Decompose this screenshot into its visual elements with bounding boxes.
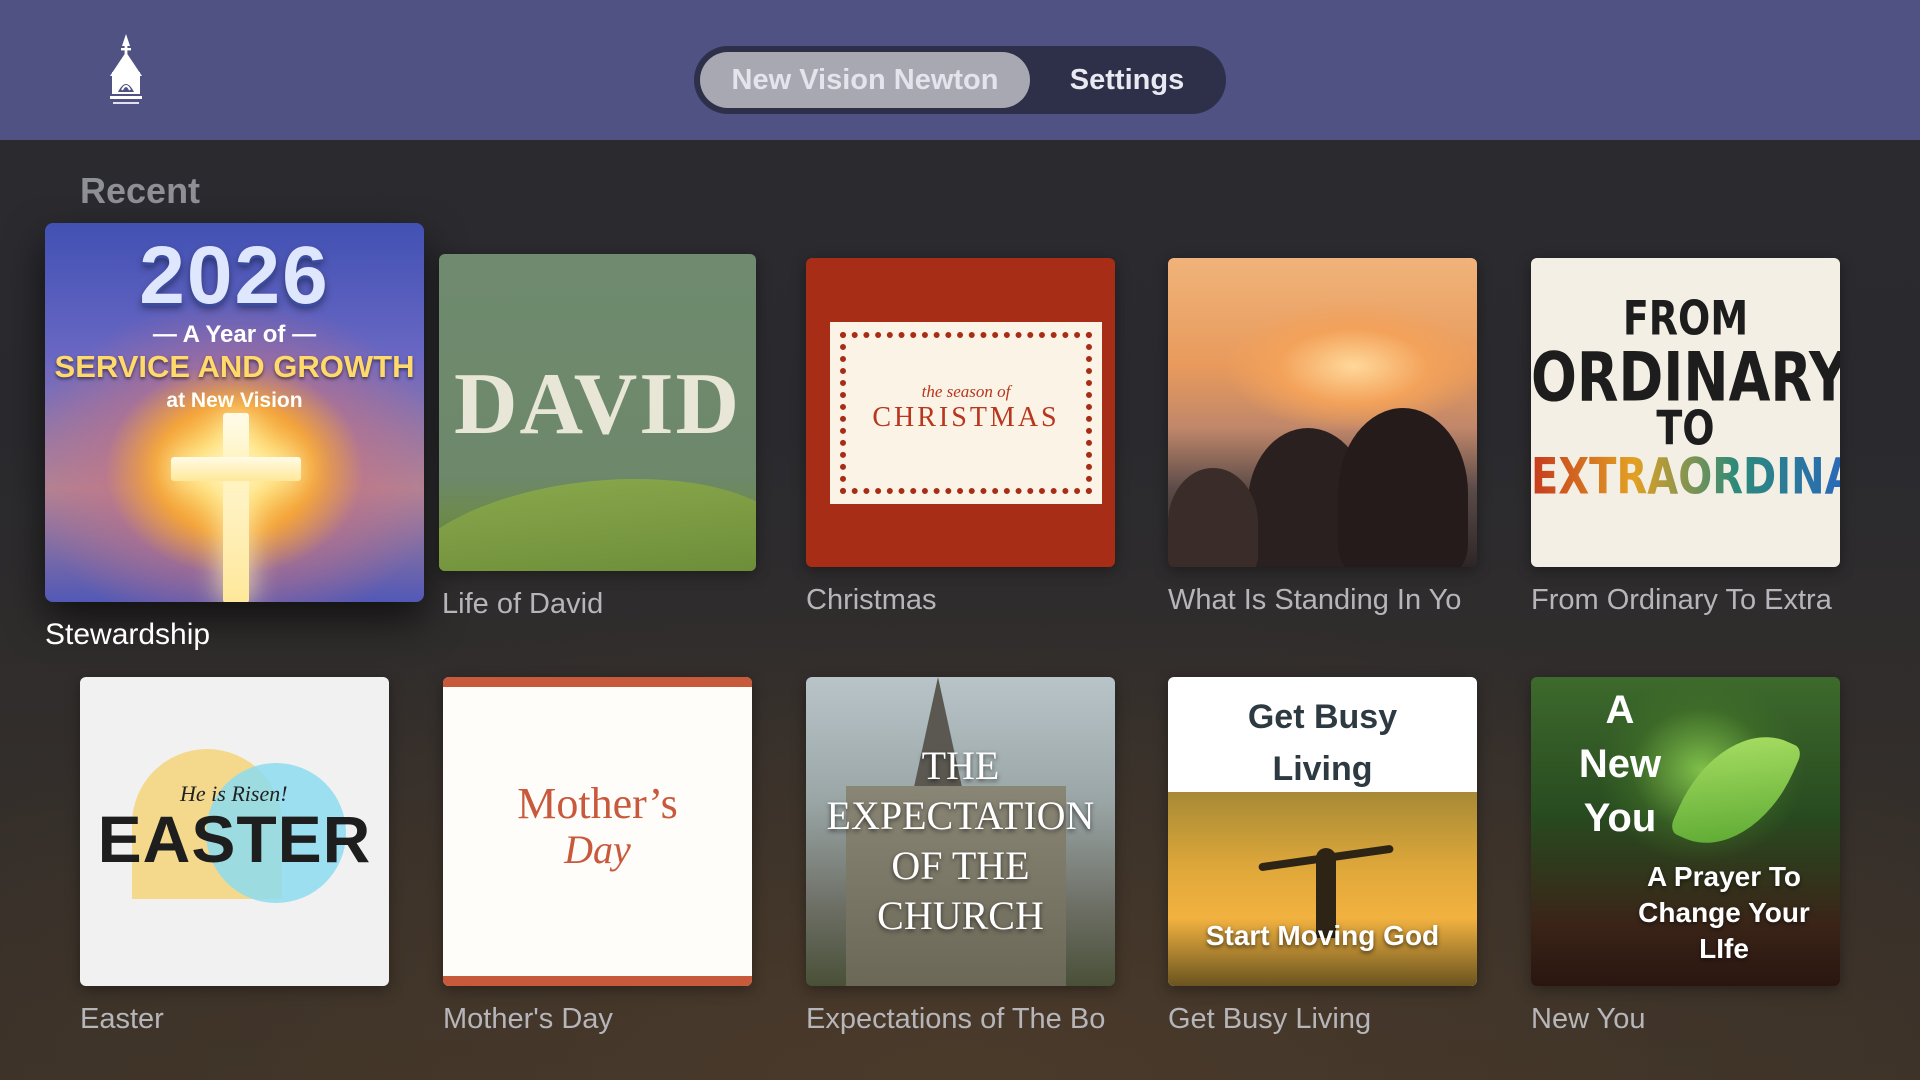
artwork-year: 2026 (139, 230, 330, 321)
series-tile-new-you[interactable]: A New You A Prayer To Change Your LIfe (1531, 677, 1840, 986)
artwork-text: SERVICE AND GROWTH (54, 349, 415, 384)
artwork-subtitle: the season of (921, 382, 1011, 401)
artwork-text: TO (1656, 400, 1715, 456)
section-title: Recent (80, 170, 201, 211)
person-silhouette (1168, 468, 1258, 567)
artwork-text: EXTRAORDINARY (1531, 448, 1840, 506)
series-caption: From Ordinary To Extra (1531, 584, 1832, 616)
artwork-text: — A Year of — (152, 321, 317, 348)
busy-living-artwork: Get Busy Living Start Moving God (1168, 677, 1477, 986)
artwork-title: Get Busy Living (1168, 691, 1477, 795)
hill-shape (439, 460, 756, 571)
series-tile-expectations[interactable]: THE EXPECTATION OF THE CHURCH (806, 677, 1115, 986)
artwork-text: Get Busy (1247, 698, 1398, 736)
artwork-text: Day (564, 827, 631, 872)
leaf-icon (1668, 712, 1804, 868)
series-tile-get-busy-living[interactable]: Get Busy Living Start Moving God (1168, 677, 1477, 986)
david-artwork: DAVID (439, 254, 756, 571)
top-bar: New Vision Newton Settings (0, 0, 1920, 140)
series-caption: New You (1531, 1003, 1646, 1035)
series-caption: Mother's Day (443, 1003, 613, 1035)
new-you-artwork: A New You A Prayer To Change Your LIfe (1531, 677, 1840, 986)
stewardship-artwork: 2026 — A Year of — SERVICE AND GROWTH at… (45, 223, 424, 602)
series-tile-what-is-standing[interactable] (1168, 258, 1477, 567)
artwork-text: Living (1272, 750, 1373, 788)
friends-photo-artwork (1168, 258, 1477, 567)
field-photo: Start Moving God (1168, 792, 1477, 986)
series-tile-from-ordinary[interactable]: FROM ORDINARY TO EXTRAORDINARY (1531, 258, 1840, 567)
series-caption: Christmas (806, 584, 937, 616)
series-caption: Life of David (442, 588, 604, 620)
series-tile-easter[interactable]: He is Risen! EASTER (80, 677, 389, 986)
series-caption: What Is Standing In Yo (1168, 584, 1462, 616)
series-caption: Stewardship (45, 618, 211, 651)
christmas-artwork: the season of CHRISTMAS (806, 258, 1115, 567)
stamp-frame: the season of CHRISTMAS (830, 322, 1102, 504)
church-photo-artwork: THE EXPECTATION OF THE CHURCH (806, 677, 1115, 986)
accent-bar (443, 677, 752, 687)
easter-artwork: He is Risen! EASTER (80, 677, 389, 986)
artwork-text: You (1583, 796, 1657, 840)
series-tile-mothers-day[interactable]: Mother’s Day (443, 677, 752, 986)
cross-icon-bar (171, 457, 301, 481)
artwork-text: Mother’s (517, 779, 678, 828)
top-navigation-segmented-control: New Vision Newton Settings (694, 46, 1226, 114)
artwork-title: Mother’s Day (443, 781, 752, 873)
artwork-title: THE EXPECTATION OF THE CHURCH (826, 743, 1095, 938)
artwork-title: CHRISTMAS (872, 402, 1060, 433)
series-tile-christmas[interactable]: the season of CHRISTMAS (806, 258, 1115, 567)
church-logo-icon (100, 32, 152, 108)
artwork-subtitle: A Prayer To Change Your LIfe (1638, 861, 1810, 964)
mothers-day-artwork: Mother’s Day (443, 677, 752, 986)
artwork-text: New (1578, 742, 1662, 786)
artwork-text: at New Vision (166, 389, 303, 412)
ordinary-artwork: FROM ORDINARY TO EXTRAORDINARY (1531, 258, 1840, 567)
series-caption: Expectations of The Bo (806, 1003, 1106, 1035)
tab-settings[interactable]: Settings (1034, 52, 1220, 108)
tab-new-vision-newton[interactable]: New Vision Newton (700, 52, 1030, 108)
series-caption: Get Busy Living (1168, 1003, 1372, 1035)
artwork-text: A (1605, 688, 1635, 732)
artwork-title: A New You (1565, 683, 1675, 845)
series-caption: Easter (80, 1003, 164, 1035)
artwork-title: EASTER (97, 802, 372, 876)
cross-icon (223, 413, 249, 602)
artwork-title: DAVID (453, 356, 742, 453)
series-tile-stewardship[interactable]: 2026 — A Year of — SERVICE AND GROWTH at… (45, 223, 424, 602)
artwork-subtitle: Start Moving God (1205, 920, 1440, 951)
person-silhouette (1338, 408, 1468, 567)
accent-bar (443, 976, 752, 986)
series-tile-life-of-david[interactable]: DAVID (439, 254, 756, 571)
